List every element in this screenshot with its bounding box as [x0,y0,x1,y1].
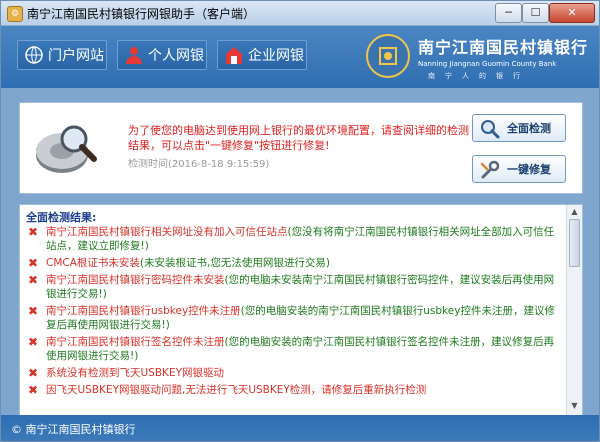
notice-panel: 为了使您的电脑达到使用网上银行的最优环境配置，请查阅详细的检测结果，可以点击"一… [19,102,583,194]
portal-site-label: 门户网站 [48,48,104,64]
result-title: 因飞天USBKEY网银驱动问题,无法进行飞天USBKEY检测，请修复后重新执行检… [46,384,427,396]
window-title: 南宁江南国民村镇银行网银助手（客户端） [27,7,256,21]
main-window: ⚙ 南宁江南国民村镇银行网银助手（客户端） ─ ☐ ✕ 门户网站 个人网银 企业… [0,0,600,442]
result-title: 南宁江南国民村镇银行相关网址没有加入可信任站点 [46,226,288,238]
notice-message: 为了使您的电脑达到使用网上银行的最优环境配置，请查阅详细的检测结果，可以点击"一… [128,124,469,152]
portal-site-button[interactable]: 门户网站 [17,40,107,70]
scroll-up-icon[interactable]: ▲ [569,207,580,217]
result-item: ✖ 南宁江南国民村镇银行密码控件未安装(您的电脑未安装南宁江南国民村镇银行密码控件… [26,273,562,301]
result-item: ✖ CMCA根证书未安装(未安装根证书,您无法使用网银进行交易) [26,256,562,270]
close-button[interactable]: ✕ [549,3,595,23]
error-x-icon: ✖ [28,273,39,287]
error-x-icon: ✖ [28,225,39,239]
scroll-down-icon[interactable]: ▼ [569,401,580,411]
building-icon [226,47,242,64]
bank-emblem-icon [366,34,410,78]
footer-copyright: © 南宁江南国民村镇银行 [11,423,136,436]
result-item: ✖ 因飞天USBKEY网银驱动问题,无法进行飞天USBKEY检测，请修复后重新执行… [26,383,562,397]
result-detail: (未安装根证书,您无法使用网银进行交易) [139,257,330,269]
personal-banking-button[interactable]: 个人网银 [117,40,207,70]
error-x-icon: ✖ [28,366,39,380]
result-item: ✖ 南宁江南国民村镇银行签名控件未注册(您的电脑安装的南宁江南国民村镇银行签名控件… [26,335,562,363]
results-panel: 全面检测结果: ✖ 南宁江南国民村镇银行相关网址没有加入可信任站点(您没有将南宁江… [19,204,583,416]
bank-slogan: 南宁人的银行 [428,72,530,80]
error-x-icon: ✖ [28,304,39,318]
globe-icon [25,46,43,64]
error-x-icon: ✖ [28,383,39,397]
error-x-icon: ✖ [28,256,39,270]
footer-bar: © 南宁江南国民村镇银行 [1,415,599,441]
personal-banking-label: 个人网银 [148,48,204,64]
results-scrollbar[interactable]: ▲ ▼ [566,205,582,415]
wrench-icon [480,160,500,179]
bank-logo: 南宁江南国民村镇银行 Nanning Jiangnan Guomin Count… [366,30,591,86]
app-icon: ⚙ [7,6,23,22]
result-title: 系统没有检测到飞天USBKEY网银驱动 [46,367,224,379]
bank-name-cn: 南宁江南国民村镇银行 [418,38,589,57]
result-title: 南宁江南国民村镇银行usbkey控件未注册 [46,305,241,317]
one-click-fix-button[interactable]: 一键修复 [472,155,566,183]
enterprise-banking-label: 企业网银 [248,48,304,64]
magnifier-icon [481,120,500,139]
result-title: 南宁江南国民村镇银行签名控件未注册 [46,336,225,348]
disk-magnifier-icon [36,125,97,173]
result-item: ✖ 系统没有检测到飞天USBKEY网银驱动 [26,366,562,380]
result-title: 南宁江南国民村镇银行密码控件未安装 [46,274,225,286]
maximize-button[interactable]: ☐ [522,3,549,23]
result-item: ✖ 南宁江南国民村镇银行相关网址没有加入可信任站点(您没有将南宁江南国民村镇银行相… [26,225,562,253]
results-list: ✖ 南宁江南国民村镇银行相关网址没有加入可信任站点(您没有将南宁江南国民村镇银行相… [26,225,562,400]
header-banner: 门户网站 个人网银 企业网银 南宁江南国民村镇银行 Nanning Jiangn… [1,26,599,88]
result-title: CMCA根证书未安装 [46,257,140,269]
title-bar[interactable]: ⚙ 南宁江南国民村镇银行网银助手（客户端） ─ ☐ ✕ [1,1,599,26]
result-item: ✖ 南宁江南国民村镇银行usbkey控件未注册(您的电脑安装的南宁江南国民村镇银行… [26,304,562,332]
person-icon [126,47,142,64]
full-scan-label: 全面检测 [507,122,551,135]
scroll-thumb[interactable] [569,219,580,267]
bank-name-en: Nanning Jiangnan Guomin County Bank [418,60,557,68]
error-x-icon: ✖ [28,335,39,349]
results-heading: 全面检测结果: [26,211,97,224]
enterprise-banking-button[interactable]: 企业网银 [217,40,307,70]
full-scan-button[interactable]: 全面检测 [472,114,566,142]
one-click-fix-label: 一键修复 [507,163,551,176]
minimize-button[interactable]: ─ [495,3,522,23]
detect-time: 检测时间(2016-8-18 9:15:59) [128,159,270,170]
